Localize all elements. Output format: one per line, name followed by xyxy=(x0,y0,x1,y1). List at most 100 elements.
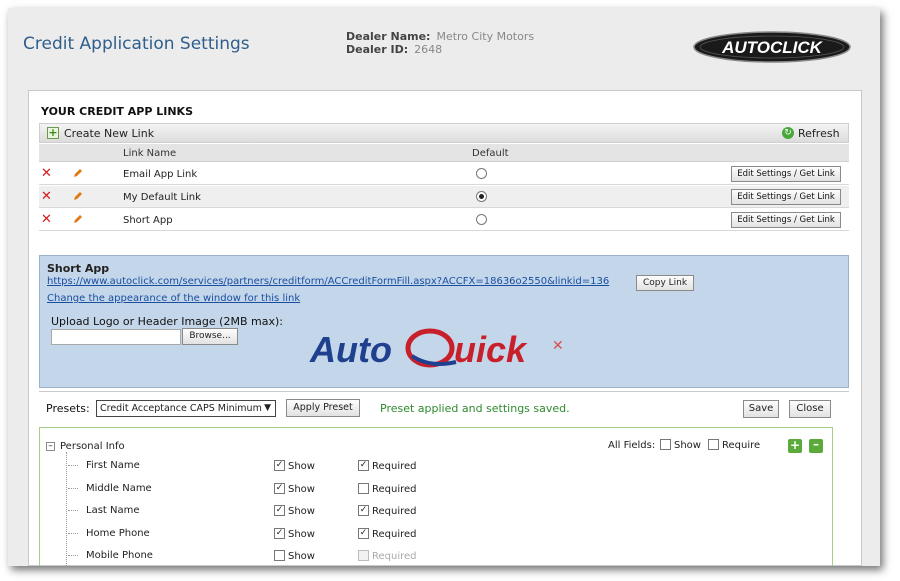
fields-panel: – Personal Info All Fields: Show Require… xyxy=(39,427,833,566)
required-checkbox[interactable]: ✓ xyxy=(358,460,369,471)
links-toolbar: + Create New Link ↻ Refresh xyxy=(39,123,849,143)
collapse-all-icon[interactable]: – xyxy=(809,438,823,453)
upload-label: Upload Logo or Header Image (2MB max): xyxy=(51,315,283,328)
presets-selected-value: Credit Acceptance CAPS Minimum xyxy=(100,403,262,414)
tree-branch xyxy=(68,487,78,489)
tree-branch xyxy=(68,555,78,556)
status-message: Preset applied and settings saved. xyxy=(380,402,570,415)
show-label: Show xyxy=(288,528,315,540)
col-link-name: Link Name xyxy=(123,148,177,159)
short-app-panel: Short App https://www.autoclick.com/serv… xyxy=(39,255,849,388)
required-checkbox xyxy=(358,550,369,561)
show-checkbox[interactable] xyxy=(274,550,285,561)
dealer-id-value: 2648 xyxy=(414,43,443,56)
required-checkbox[interactable]: ✓ xyxy=(358,505,369,516)
dealer-id-label: Dealer ID: xyxy=(346,43,409,56)
pencil-icon[interactable] xyxy=(73,191,83,201)
autoquick-logo: Auto uick xyxy=(309,328,528,370)
dealer-name-value: Metro City Motors xyxy=(436,30,535,43)
field-name: Middle Name xyxy=(86,482,152,494)
logo-text: AUTOCLICK xyxy=(721,38,824,57)
page-title: Credit Application Settings xyxy=(23,34,250,54)
edit-settings-button[interactable]: Edit Settings / Get Link xyxy=(731,212,841,228)
all-show-checkbox[interactable] xyxy=(660,439,671,450)
link-name: My Default Link xyxy=(123,192,201,203)
dealer-info: Dealer Name: Metro City Motors Dealer ID:… xyxy=(346,30,534,56)
short-app-url-link[interactable]: https://www.autoclick.com/services/partn… xyxy=(47,276,609,287)
default-radio[interactable] xyxy=(476,168,487,179)
logo-text-uick: uick xyxy=(454,329,528,370)
presets-select[interactable]: Credit Acceptance CAPS Minimum ▼ xyxy=(96,400,276,417)
chevron-down-icon: ▼ xyxy=(264,403,271,413)
show-label: Show xyxy=(288,506,315,517)
group-personal-info: Personal Info xyxy=(60,441,125,452)
app-window: Credit Application Settings Dealer Name:… xyxy=(8,8,880,566)
field-row: Middle Name ✓ Show Required xyxy=(40,479,830,501)
tree-branch xyxy=(68,510,78,511)
link-name: Short App xyxy=(123,215,173,226)
change-appearance-link[interactable]: Change the appearance of the window for … xyxy=(47,293,300,304)
col-default: Default xyxy=(472,148,509,159)
field-row: Home Phone ✓ Show ✓ Required xyxy=(40,524,830,546)
required-checkbox[interactable]: ✓ xyxy=(358,527,369,539)
short-app-title: Short App xyxy=(47,262,110,275)
close-button[interactable]: Close xyxy=(789,400,831,418)
refresh-button[interactable]: Refresh xyxy=(798,127,840,140)
delete-icon[interactable]: ✕ xyxy=(41,190,52,203)
table-row: ✕ Email App Link Edit Settings / Get Link xyxy=(39,163,849,185)
logo-text-auto: Auto xyxy=(309,329,392,370)
expand-all-icon[interactable]: + xyxy=(788,439,802,453)
show-label: Show xyxy=(288,483,315,495)
table-row: ✕ Short App Edit Settings / Get Link xyxy=(39,209,849,231)
edit-settings-button[interactable]: Edit Settings / Get Link xyxy=(731,166,841,182)
edit-settings-button[interactable]: Edit Settings / Get Link xyxy=(731,189,841,205)
default-radio[interactable] xyxy=(476,191,487,202)
field-name: Last Name xyxy=(86,505,140,516)
all-require-checkbox[interactable] xyxy=(708,439,719,450)
default-radio[interactable] xyxy=(476,214,487,225)
remove-logo-icon[interactable]: ✕ xyxy=(552,338,564,354)
show-checkbox[interactable]: ✓ xyxy=(274,527,285,539)
links-section-title: YOUR CREDIT APP LINKS xyxy=(41,105,193,118)
plus-icon[interactable]: + xyxy=(47,127,59,139)
header: Credit Application Settings Dealer Name:… xyxy=(8,8,880,86)
field-row: Last Name ✓ Show ✓ Required xyxy=(40,501,830,523)
links-grid-header: Link Name Default xyxy=(39,144,849,162)
presets-label: Presets: xyxy=(46,402,90,415)
refresh-icon[interactable]: ↻ xyxy=(782,127,794,139)
show-checkbox[interactable]: ✓ xyxy=(274,505,285,516)
create-link-button[interactable]: Create New Link xyxy=(64,127,154,140)
tree-branch xyxy=(68,532,78,534)
required-label: Required xyxy=(372,528,417,540)
save-button[interactable]: Save xyxy=(743,400,779,418)
apply-preset-button[interactable]: Apply Preset xyxy=(286,399,360,417)
all-fields-label: All Fields: xyxy=(608,440,656,451)
dealer-name-label: Dealer Name: xyxy=(346,30,431,43)
show-label: Show xyxy=(288,551,315,562)
file-path-input[interactable] xyxy=(51,329,181,345)
link-name: Email App Link xyxy=(123,169,198,180)
copy-link-button[interactable]: Copy Link xyxy=(636,275,694,291)
field-row: Mobile Phone Show Required xyxy=(40,546,830,566)
field-name: First Name xyxy=(86,460,140,471)
table-row: ✕ My Default Link Edit Settings / Get Link xyxy=(39,186,849,208)
delete-icon[interactable]: ✕ xyxy=(41,167,52,180)
required-label: Required xyxy=(372,551,417,562)
tree-branch xyxy=(68,465,78,466)
presets-bar: Presets: Credit Acceptance CAPS Minimum … xyxy=(39,391,849,421)
required-label: Required xyxy=(372,483,417,495)
required-checkbox[interactable] xyxy=(358,482,369,494)
required-label: Required xyxy=(372,506,417,517)
collapse-group-icon[interactable]: – xyxy=(46,442,55,451)
delete-icon[interactable]: ✕ xyxy=(41,213,52,226)
pencil-icon[interactable] xyxy=(73,168,83,178)
show-checkbox[interactable]: ✓ xyxy=(274,460,285,471)
all-show-label: Show xyxy=(674,440,701,451)
show-checkbox[interactable]: ✓ xyxy=(274,482,285,494)
main-panel: YOUR CREDIT APP LINKS + Create New Link … xyxy=(28,90,862,566)
browse-button[interactable]: Browse... xyxy=(182,328,238,345)
show-label: Show xyxy=(288,461,315,472)
pencil-icon[interactable] xyxy=(73,214,83,224)
all-require-label: Require xyxy=(722,440,761,451)
field-name: Home Phone xyxy=(86,527,150,539)
